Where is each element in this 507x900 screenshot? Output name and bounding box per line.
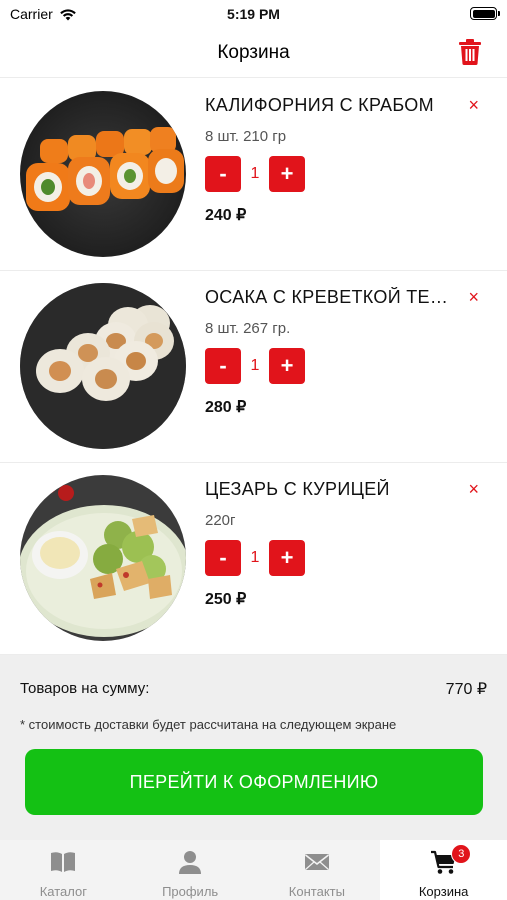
quantity-stepper: - 1 +	[205, 348, 305, 384]
cart-item: ОСАКА С КРЕВЕТКОЙ ТЕМПУРА × 8 шт. 267 гр…	[0, 271, 507, 463]
tab-label: Каталог	[39, 884, 87, 899]
cart-item: КАЛИФОРНИЯ С КРАБОМ × 8 шт. 210 гр - 1 +…	[0, 79, 507, 271]
checkout-button[interactable]: ПЕРЕЙТИ К ОФОРМЛЕНИЮ	[25, 749, 483, 815]
product-name: ЦЕЗАРЬ С КУРИЦЕЙ	[205, 479, 390, 499]
remove-item-button[interactable]: ×	[468, 93, 479, 117]
battery-icon	[470, 7, 500, 20]
product-name: ОСАКА С КРЕВЕТКОЙ ТЕМПУРА	[205, 287, 455, 307]
delivery-note: * стоимость доставки будет рассчитана на…	[20, 717, 397, 732]
tab-profile[interactable]: Профиль	[127, 840, 254, 900]
status-time: 5:19 PM	[227, 6, 280, 22]
product-weight: 220г	[205, 512, 236, 529]
person-icon	[179, 851, 202, 874]
product-image-caesar-salad	[20, 475, 186, 641]
product-price: 280 ₽	[205, 399, 247, 416]
trash-icon[interactable]	[457, 38, 483, 66]
tab-label: Корзина	[418, 884, 469, 899]
increase-quantity-button[interactable]: +	[269, 348, 305, 384]
decrease-quantity-button[interactable]: -	[205, 540, 241, 576]
quantity-stepper: - 1 +	[205, 156, 305, 192]
remove-item-button[interactable]: ×	[468, 477, 479, 501]
decrease-quantity-button[interactable]: -	[205, 156, 241, 192]
product-weight: 8 шт. 267 гр.	[205, 320, 291, 337]
decrease-quantity-button[interactable]: -	[205, 348, 241, 384]
cart-list: КАЛИФОРНИЯ С КРАБОМ × 8 шт. 210 гр - 1 +…	[0, 79, 507, 655]
quantity-value: 1	[250, 549, 260, 566]
summary-total: 770 ₽	[445, 681, 487, 698]
tab-cart[interactable]: 3 Корзина	[380, 840, 507, 900]
cart-count-badge: 3	[451, 844, 472, 864]
tab-contacts[interactable]: Контакты	[254, 840, 381, 900]
tab-catalog[interactable]: Каталог	[0, 840, 127, 900]
envelope-icon	[304, 854, 329, 870]
summary-label: Товаров на сумму:	[20, 680, 150, 697]
tab-label: Профиль	[162, 884, 219, 899]
remove-item-button[interactable]: ×	[468, 285, 479, 309]
product-name: КАЛИФОРНИЯ С КРАБОМ	[205, 95, 434, 115]
increase-quantity-button[interactable]: +	[269, 156, 305, 192]
quantity-value: 1	[250, 357, 260, 374]
product-image-california-roll	[20, 91, 186, 257]
nav-bar: Корзина	[0, 28, 507, 78]
book-icon	[51, 852, 76, 872]
tab-label: Контакты	[288, 884, 345, 899]
page-title: Корзина	[217, 42, 290, 63]
product-price: 250 ₽	[205, 591, 247, 608]
cart-item: ЦЕЗАРЬ С КУРИЦЕЙ × 220г - 1 + 250 ₽	[0, 463, 507, 655]
status-bar: Carrier 5:19 PM	[0, 0, 507, 28]
quantity-value: 1	[250, 165, 260, 182]
product-weight: 8 шт. 210 гр	[205, 128, 287, 145]
order-summary: Товаров на сумму: 770 ₽ * стоимость дост…	[0, 655, 507, 840]
product-price: 240 ₽	[205, 207, 247, 224]
increase-quantity-button[interactable]: +	[269, 540, 305, 576]
tab-bar: Каталог Профиль Контакты 3 Корзина	[0, 840, 507, 900]
quantity-stepper: - 1 +	[205, 540, 305, 576]
product-image-osaka-roll	[20, 283, 186, 449]
